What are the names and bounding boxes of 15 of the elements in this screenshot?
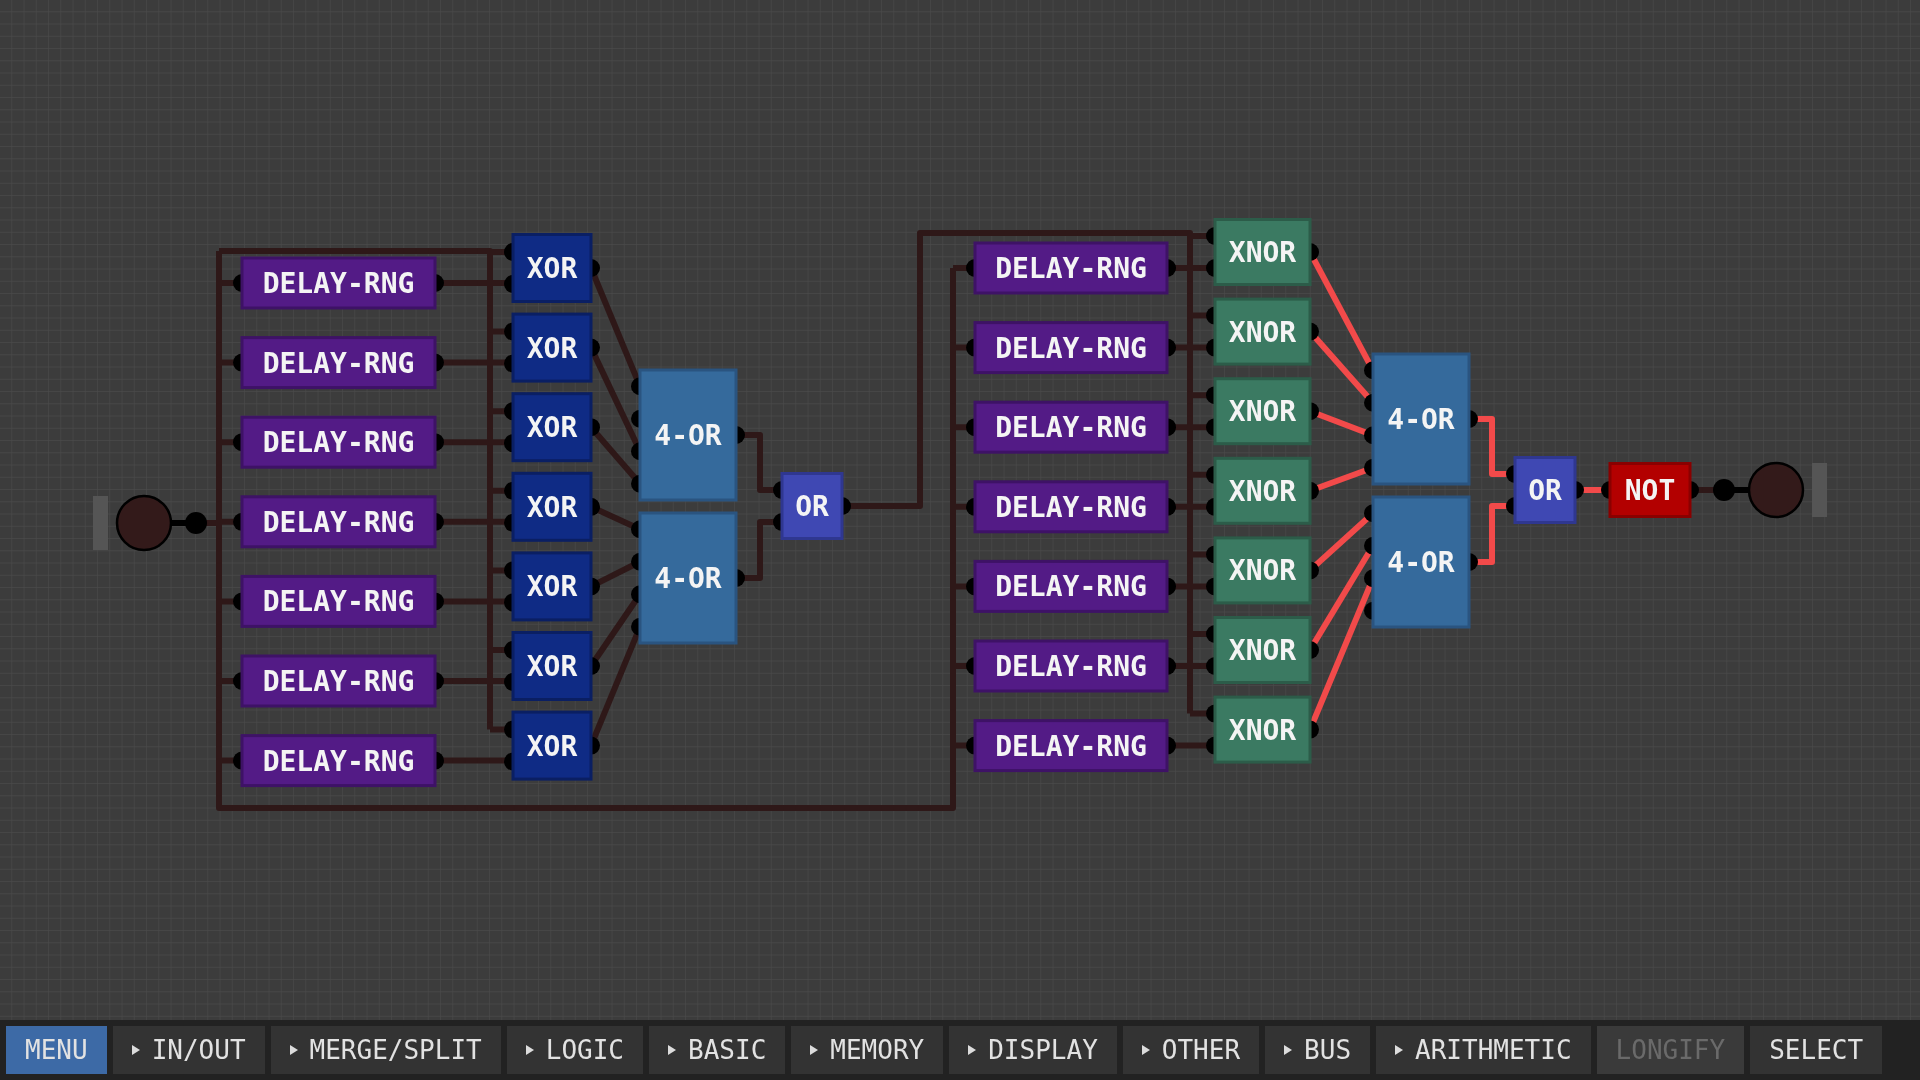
toolbar-button[interactable]: DISPLAY <box>949 1026 1117 1074</box>
toolbar-button[interactable]: LOGIC <box>506 1026 643 1074</box>
toolbar-button[interactable]: BUS <box>1265 1026 1371 1074</box>
toolbar-button[interactable]: SELECT <box>1750 1026 1883 1074</box>
toolbar-button[interactable]: MEMORY <box>791 1026 944 1074</box>
pin-handle[interactable] <box>1812 463 1827 517</box>
toolbar-button[interactable]: IN/OUT <box>112 1026 265 1074</box>
toolbar-button[interactable]: MERGE/SPLIT <box>270 1026 501 1074</box>
input-pin[interactable] <box>115 494 207 552</box>
toolbar-button[interactable]: BASIC <box>649 1026 786 1074</box>
toolbar-button[interactable]: ARITHMETIC <box>1376 1026 1591 1074</box>
pin-handle[interactable] <box>93 496 108 550</box>
toolbar-button[interactable]: MENU <box>6 1026 107 1074</box>
output-pin[interactable] <box>1713 461 1805 519</box>
toolbar-button[interactable]: OTHER <box>1122 1026 1260 1074</box>
